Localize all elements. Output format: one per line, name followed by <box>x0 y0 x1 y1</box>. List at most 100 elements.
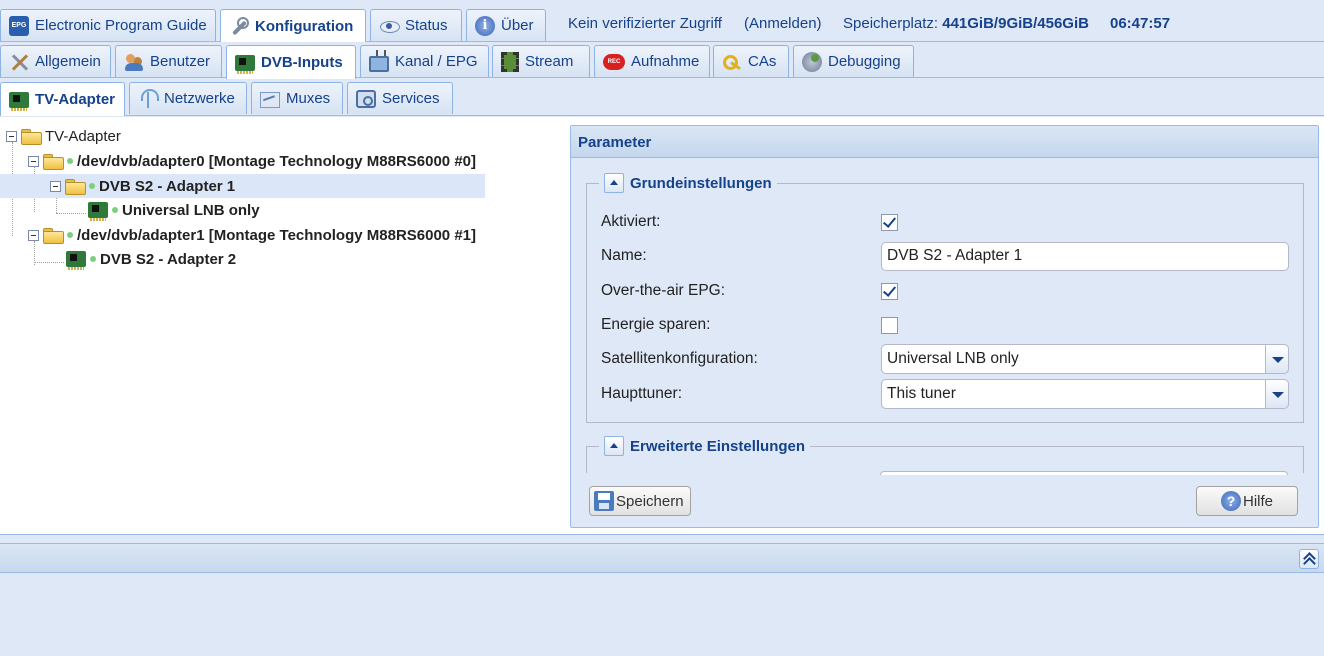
tree-node-label: DVB S2 - Adapter 2 <box>100 250 237 268</box>
tab-aufnahme[interactable]: REC Aufnahme <box>594 45 710 77</box>
folder-open-icon <box>43 227 64 244</box>
tools-icon <box>9 52 29 72</box>
panel-title: Parameter <box>571 126 1318 158</box>
storage-info: Speicherplatz: 441GiB/9GiB/456GiB <box>843 15 1089 32</box>
collapse-toggle-icon[interactable] <box>50 180 61 192</box>
tab-benutzer-label: Benutzer <box>150 53 211 70</box>
tab-epg[interactable]: EPG Electronic Program Guide <box>0 9 216 41</box>
folder-open-icon <box>65 178 86 195</box>
tab-status[interactable]: Status <box>370 9 462 41</box>
tree-node-label: /dev/dvb/adapter0 [Montage Technology M8… <box>77 152 476 170</box>
tab-kanal-epg[interactable]: Kanal / EPG <box>360 45 489 77</box>
tab-benutzer[interactable]: Benutzer <box>115 45 222 77</box>
chevron-down-icon[interactable] <box>1265 379 1289 409</box>
tree-node-adapter0-frontend[interactable]: DVB S2 - Adapter 1 <box>0 174 485 198</box>
epg-icon: EPG <box>9 15 29 36</box>
tab-tv-adapter-label: TV-Adapter <box>35 91 116 108</box>
dvb-card-icon <box>88 202 108 221</box>
tab-services[interactable]: Services <box>347 82 453 114</box>
enabled-checkbox[interactable] <box>881 213 898 231</box>
tab-tv-adapter[interactable]: TV-Adapter <box>0 82 125 116</box>
clipped-field <box>880 471 1288 475</box>
collapse-toggle-icon[interactable] <box>6 130 17 142</box>
master-tuner-value[interactable]: This tuner <box>881 379 1265 409</box>
dvb-card-icon <box>9 91 29 111</box>
power-save-checkbox[interactable] <box>881 316 898 334</box>
parameter-panel: Parameter Grundeinstellungen Aktiviert: … <box>570 125 1319 528</box>
tree-line <box>56 213 86 214</box>
help-button[interactable]: ? Hilfe <box>1196 486 1298 516</box>
tab-debugging-label: Debugging <box>828 53 901 70</box>
mux-icon <box>260 92 280 108</box>
field-epg: Over-the-air EPG: <box>601 276 1291 306</box>
status-dot-icon <box>112 207 118 213</box>
wrench-icon <box>229 16 249 37</box>
field-satconf: Satellitenkonfiguration: Universal LNB o… <box>601 344 1291 374</box>
basic-settings-title: Grundeinstellungen <box>630 174 772 192</box>
name-input[interactable] <box>881 241 1289 271</box>
tree-node-adapter1[interactable]: /dev/dvb/adapter1 [Montage Technology M8… <box>28 223 476 247</box>
tab-muxes[interactable]: Muxes <box>251 82 343 114</box>
status-dot-icon <box>67 232 73 238</box>
advanced-settings-fieldset: Erweiterte Einstellungen <box>586 436 1304 475</box>
tree-node-adapter0-lnb[interactable]: Universal LNB only <box>88 198 260 222</box>
field-name: Name: <box>601 241 1291 271</box>
folder-open-icon <box>43 153 64 170</box>
collapse-toggle-icon[interactable] <box>28 229 39 241</box>
storage-label: Speicherplatz: <box>843 15 939 32</box>
tree-line <box>34 262 64 263</box>
tab-status-label: Status <box>405 17 448 34</box>
config-tab-bar: Allgemein Benutzer DVB-Inputs Kanal / EP… <box>0 42 1324 79</box>
antenna-icon <box>138 88 159 109</box>
status-dot-icon <box>90 256 96 262</box>
field-power-label: Energie sparen: <box>601 316 711 333</box>
tab-allgemein[interactable]: Allgemein <box>0 45 111 77</box>
storage-value: 441GiB/9GiB/456GiB <box>942 15 1089 32</box>
tab-debugging[interactable]: Debugging <box>793 45 914 77</box>
epg-checkbox[interactable] <box>881 282 898 300</box>
collapse-up-icon[interactable] <box>604 173 624 193</box>
clock: 06:47:57 <box>1110 15 1171 32</box>
log-panel-header <box>0 543 1324 573</box>
help-icon: ? <box>1220 491 1241 511</box>
tab-konfiguration-label: Konfiguration <box>255 18 354 35</box>
folder-open-icon <box>21 128 42 145</box>
tab-konfiguration[interactable]: Konfiguration <box>220 9 366 43</box>
satconf-value[interactable]: Universal LNB only <box>881 344 1265 374</box>
chevron-down-icon[interactable] <box>1265 344 1289 374</box>
login-link[interactable]: (Anmelden) <box>744 15 822 32</box>
tree-node-root[interactable]: TV-Adapter <box>6 124 121 148</box>
basic-settings-fieldset: Grundeinstellungen Aktiviert: Name: Over… <box>586 173 1304 423</box>
save-button-label: Speichern <box>616 492 684 510</box>
tab-ueber[interactable]: i Über <box>466 9 546 41</box>
tree-node-label: /dev/dvb/adapter1 [Montage Technology M8… <box>77 226 476 244</box>
dvb-card-icon <box>66 251 86 270</box>
satconf-select[interactable]: Universal LNB only <box>881 344 1289 374</box>
tree-node-label: Universal LNB only <box>122 201 260 219</box>
tree-node-adapter1-frontend[interactable]: DVB S2 - Adapter 2 <box>66 247 236 271</box>
tab-netzwerke[interactable]: Netzwerke <box>129 82 247 114</box>
basic-settings-legend: Grundeinstellungen <box>599 173 777 193</box>
tab-cas[interactable]: CAs <box>713 45 789 77</box>
expand-up-icon[interactable] <box>1299 549 1319 569</box>
info-icon: i <box>475 15 495 36</box>
dvb-tab-bar: TV-Adapter Netzwerke Muxes Services <box>0 79 1324 116</box>
tab-dvb-inputs[interactable]: DVB-Inputs <box>226 45 356 79</box>
save-button[interactable]: Speichern <box>589 486 691 516</box>
main-area: TV-Adapter /dev/dvb/adapter0 [Montage Te… <box>0 117 1324 535</box>
field-name-label: Name: <box>601 247 647 264</box>
advanced-settings-legend: Erweiterte Einstellungen <box>599 436 811 456</box>
collapse-toggle-icon[interactable] <box>28 155 39 167</box>
tab-stream[interactable]: Stream <box>492 45 590 77</box>
tree-node-adapter0[interactable]: /dev/dvb/adapter0 [Montage Technology M8… <box>28 149 476 173</box>
tab-epg-label: Electronic Program Guide <box>35 17 207 34</box>
film-icon <box>501 51 519 72</box>
main-tab-bar: EPG Electronic Program Guide Konfigurati… <box>0 6 1324 43</box>
help-button-label: Hilfe <box>1242 492 1273 510</box>
key-icon <box>722 52 742 72</box>
master-tuner-select[interactable]: This tuner <box>881 379 1289 409</box>
status-dot-icon <box>89 183 95 189</box>
collapse-up-icon[interactable] <box>604 436 624 456</box>
tab-netzwerke-label: Netzwerke <box>164 90 235 107</box>
tab-dvb-inputs-label: DVB-Inputs <box>261 54 343 71</box>
